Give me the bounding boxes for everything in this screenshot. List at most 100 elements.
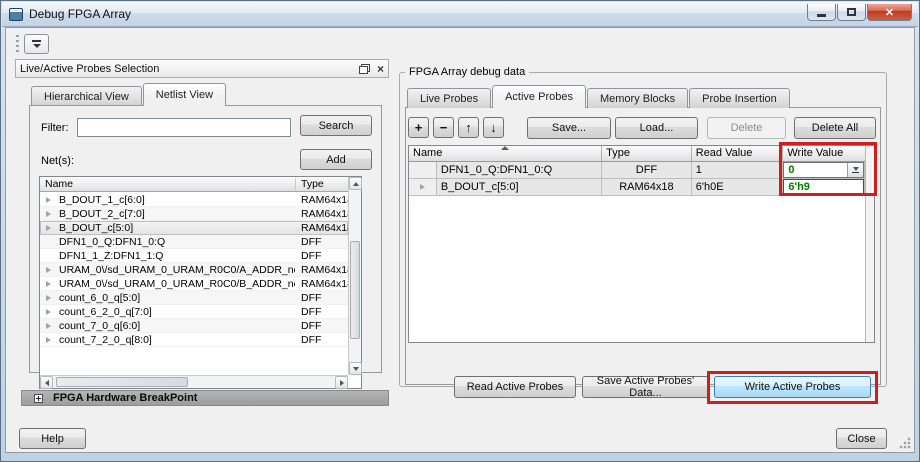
delete-button[interactable]: Delete xyxy=(707,117,786,139)
vertical-scroll-thumb[interactable] xyxy=(350,241,360,339)
delete-all-button[interactable]: Delete All xyxy=(794,117,876,139)
float-panel-icon[interactable] xyxy=(359,64,370,74)
column-header-type[interactable]: Type xyxy=(301,178,324,190)
write-value-dropdown[interactable]: 0 xyxy=(783,162,864,178)
column-header-type[interactable]: Type xyxy=(602,146,692,161)
maximize-button[interactable] xyxy=(837,4,866,21)
tab-memory-blocks[interactable]: Memory Blocks xyxy=(587,88,688,108)
expand-arrow-icon[interactable] xyxy=(40,211,56,217)
probes-selection-title: Live/Active Probes Selection xyxy=(20,63,359,75)
column-header-read-value[interactable]: Read Value xyxy=(692,146,784,161)
tab-live-probes[interactable]: Live Probes xyxy=(407,88,491,108)
net-name: count_7_0_q[6:0] xyxy=(59,320,140,332)
net-list: Name Type B_DOUT_1_c[6:0]RAM64x18B_DOUT_… xyxy=(39,176,362,389)
tab-hierarchical-view[interactable]: Hierarchical View xyxy=(31,86,142,106)
scroll-left-icon[interactable] xyxy=(40,376,53,389)
list-item[interactable]: B_DOUT_2_c[7:0]RAM64x18 xyxy=(40,207,348,221)
net-type: RAM64x18 xyxy=(301,194,348,206)
net-list-header[interactable]: Name Type xyxy=(40,177,348,192)
net-type: DFF xyxy=(301,292,321,304)
tab-netlist-view[interactable]: Netlist View xyxy=(143,83,226,106)
scroll-down-icon[interactable] xyxy=(349,362,362,375)
column-header-write-value[interactable]: Write Value xyxy=(783,146,865,161)
column-header-name[interactable]: Name xyxy=(409,146,602,161)
dialog-content: Live/Active Probes Selection × Hierarchi… xyxy=(5,27,915,453)
list-item[interactable]: count_7_2_0_q[8:0]DFF xyxy=(40,333,348,347)
expand-arrow-icon[interactable] xyxy=(40,197,56,203)
read-active-probes-button[interactable]: Read Active Probes xyxy=(454,376,576,398)
expand-arrow-icon[interactable] xyxy=(40,225,56,231)
tab-probe-insertion[interactable]: Probe Insertion xyxy=(689,88,790,108)
scroll-right-icon[interactable] xyxy=(335,376,348,389)
save-active-probes-data-button[interactable]: Save Active Probes' Data... xyxy=(582,376,709,398)
list-item[interactable]: URAM_0\/sd_URAM_0_URAM_R0C0/A_ADDR_net[9… xyxy=(40,263,348,277)
remove-probe-button[interactable]: − xyxy=(433,117,454,138)
list-item[interactable]: B_DOUT_1_c[6:0]RAM64x18 xyxy=(40,193,348,207)
probes-table-scrollbar[interactable] xyxy=(865,146,874,342)
write-value-input[interactable]: 6'h9 xyxy=(783,179,864,195)
probes-table-header[interactable]: Name Type Read Value Write Value xyxy=(409,146,865,162)
load-button[interactable]: Load... xyxy=(615,117,698,139)
tab-active-probes[interactable]: Active Probes xyxy=(492,85,586,108)
active-probes-pane: + − ↑ ↓ Save... Load... Delete Delete Al… xyxy=(405,107,881,385)
probe-name[interactable]: DFN1_0_Q:DFN1_0:Q xyxy=(437,162,602,179)
horizontal-scroll-thumb[interactable] xyxy=(56,377,188,387)
search-button[interactable]: Search xyxy=(300,115,372,136)
table-row[interactable]: B_DOUT_c[5:0] RAM64x18 6'h0E 6'h9 xyxy=(409,179,865,196)
net-list-horizontal-scrollbar[interactable] xyxy=(40,375,348,388)
net-type: DFF xyxy=(301,236,321,248)
probe-read-value: 6'h0E xyxy=(692,179,784,196)
move-up-button[interactable]: ↑ xyxy=(458,117,479,138)
expand-plus-icon[interactable] xyxy=(34,394,43,403)
net-name: DFN1_1_Z:DFN1_1:Q xyxy=(59,250,163,262)
net-name: URAM_0\/sd_URAM_0_URAM_R0C0/A_ADDR_net[9… xyxy=(59,264,295,276)
net-name: DFN1_0_Q:DFN1_0:Q xyxy=(59,236,165,248)
probe-read-value: 1 xyxy=(692,162,784,179)
filter-input[interactable] xyxy=(77,118,291,137)
column-header-name[interactable]: Name xyxy=(45,178,73,190)
list-item[interactable]: DFN1_0_Q:DFN1_0:Q DFF xyxy=(40,235,348,249)
probes-selection-header[interactable]: Live/Active Probes Selection × xyxy=(15,59,389,78)
net-list-vertical-scrollbar[interactable] xyxy=(348,177,361,375)
expand-arrow-icon[interactable] xyxy=(40,267,56,273)
expand-arrow-icon[interactable] xyxy=(40,281,56,287)
title-bar[interactable]: Debug FPGA Array ✕ xyxy=(2,2,918,27)
help-button[interactable]: Help xyxy=(19,428,86,449)
filter-label: Filter: xyxy=(41,122,69,134)
list-item[interactable]: count_6_2_0_q[7:0]DFF xyxy=(40,305,348,319)
net-name: count_6_2_0_q[7:0] xyxy=(59,306,152,318)
probe-name[interactable]: B_DOUT_c[5:0] xyxy=(437,179,602,196)
add-probe-button[interactable]: + xyxy=(408,117,429,138)
expand-arrow-icon[interactable] xyxy=(414,184,430,190)
list-item[interactable]: B_DOUT_c[5:0]RAM64x18 xyxy=(40,221,348,235)
expand-arrow-icon[interactable] xyxy=(40,309,56,315)
fpga-hardware-breakpoint-section[interactable]: FPGA Hardware BreakPoint xyxy=(21,390,389,406)
list-item[interactable]: URAM_0\/sd_URAM_0_URAM_R0C0/B_ADDR_net[9… xyxy=(40,277,348,291)
dropdown-arrow-icon[interactable] xyxy=(847,163,863,177)
resize-grip[interactable] xyxy=(899,437,911,449)
list-item[interactable]: DFN1_1_Z:DFN1_1:QDFF xyxy=(40,249,348,263)
net-type: DFF xyxy=(301,334,321,346)
group-title: FPGA Array debug data xyxy=(405,66,529,78)
net-type: RAM64x18 xyxy=(301,264,348,276)
scroll-up-icon[interactable] xyxy=(349,177,362,190)
close-panel-icon[interactable]: × xyxy=(377,64,384,74)
move-down-button[interactable]: ↓ xyxy=(483,117,504,138)
minimize-button[interactable] xyxy=(807,4,836,21)
expand-arrow-icon[interactable] xyxy=(40,323,56,329)
expand-arrow-icon[interactable] xyxy=(40,337,56,343)
toolbar-collapse-button[interactable] xyxy=(24,34,49,54)
save-button[interactable]: Save... xyxy=(527,117,611,139)
table-row[interactable]: DFN1_0_Q:DFN1_0:Q DFF 1 0 xyxy=(409,162,865,179)
net-name: B_DOUT_c[5:0] xyxy=(59,222,133,234)
add-button[interactable]: Add xyxy=(300,149,372,170)
close-button[interactable]: Close xyxy=(836,428,887,449)
toolbar-drag-handle[interactable] xyxy=(16,35,19,53)
close-window-button[interactable]: ✕ xyxy=(867,4,912,21)
write-active-probes-button[interactable]: Write Active Probes xyxy=(714,376,871,398)
window-title: Debug FPGA Array xyxy=(29,7,131,21)
expand-arrow-icon[interactable] xyxy=(40,295,56,301)
list-item[interactable]: count_7_0_q[6:0]DFF xyxy=(40,319,348,333)
probe-type: DFF xyxy=(602,162,692,179)
list-item[interactable]: count_6_0_q[5:0]DFF xyxy=(40,291,348,305)
